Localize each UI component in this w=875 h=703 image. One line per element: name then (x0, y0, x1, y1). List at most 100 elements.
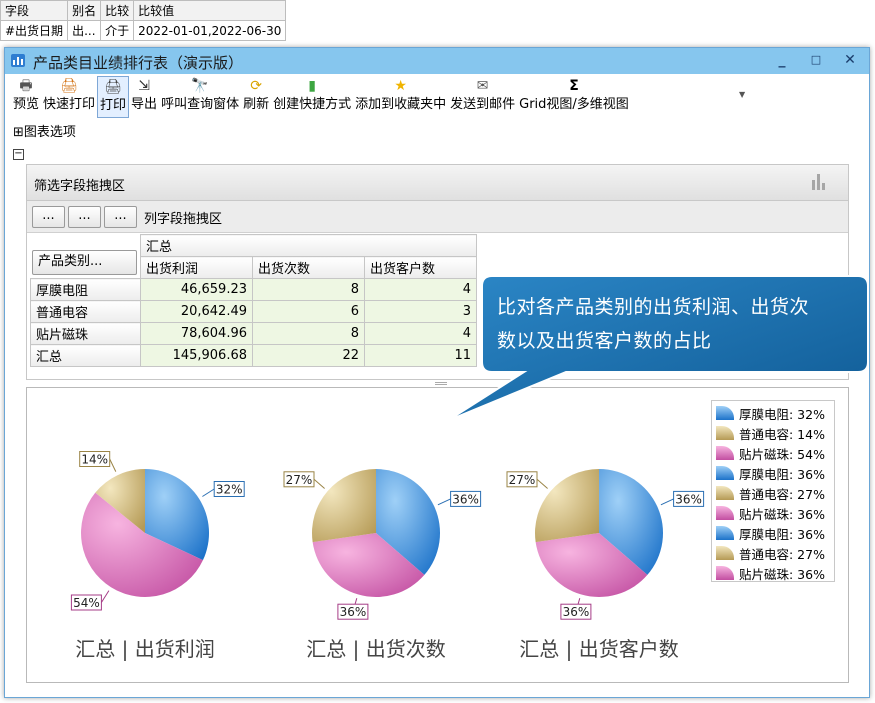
pie-slice-普通电容[interactable] (534, 469, 599, 543)
legend-item: 贴片磁珠: 54% (716, 443, 830, 463)
splitter-handle[interactable] (435, 382, 447, 385)
condition-row[interactable]: #出货日期 出... 介于 2022-01-01,2022-06-30 (0, 20, 287, 41)
chart-options-toggle[interactable]: ⊞图表选项 (13, 121, 76, 140)
cell-shipments[interactable]: 8 (252, 322, 365, 345)
pie-label-leader (202, 488, 215, 497)
cell-profit[interactable]: 20,642.49 (140, 300, 253, 323)
column-drop-area[interactable]: ... ... ... 列字段拖拽区 (27, 201, 848, 233)
call-query-form-button[interactable]: 🔭 呼叫查询窗体 (159, 76, 241, 118)
table-row[interactable]: 贴片磁珠 78,604.96 8 4 (30, 322, 477, 345)
pie-data-label: 36% (340, 605, 367, 619)
group-header: 汇总 (140, 234, 477, 257)
print-button[interactable]: 🖨 打印 (97, 76, 130, 118)
condition-compare[interactable]: 介于 (100, 20, 135, 41)
export-button[interactable]: ⇲ 导出 (129, 76, 159, 118)
star-icon: ★ (394, 78, 407, 94)
column-header-customers[interactable]: 出货客户数 (364, 256, 477, 279)
add-to-favorites-button[interactable]: ★ 添加到收藏夹中 (353, 76, 448, 118)
row-header[interactable]: 厚膜电阻 (30, 278, 141, 301)
legend-item: 贴片磁珠: 36% (716, 503, 830, 523)
row-header-total[interactable]: 汇总 (30, 344, 141, 367)
filter-drop-area[interactable]: 筛选字段拖拽区 (27, 165, 848, 201)
column-header-shipments[interactable]: 出货次数 (252, 256, 365, 279)
print-label: 打印 (100, 98, 127, 113)
legend-label: 普通电容: 27% (739, 486, 825, 502)
chart-app-icon (11, 54, 25, 67)
refresh-button[interactable]: ⟳ 刷新 (241, 76, 271, 118)
quick-print-button[interactable]: 🖨 快速打印 (41, 76, 97, 118)
callout-line-1: 比对各产品类别的出货利润、出货次 (497, 296, 810, 318)
row-field-button[interactable]: 产品类别... (32, 250, 137, 275)
quick-print-icon: 🖨 (60, 78, 78, 94)
legend-swatch (716, 506, 734, 520)
collapse-icon[interactable]: − (13, 149, 24, 160)
cell-shipments[interactable]: 8 (252, 278, 365, 301)
pie-chart-title: 汇总 | 出货客户数 (519, 637, 678, 661)
maximize-button[interactable]: □ (806, 51, 826, 69)
create-shortcut-button[interactable]: ▮ 创建快捷方式 (271, 76, 353, 118)
table-row-total[interactable]: 汇总 145,906.68 22 11 (30, 344, 477, 367)
table-row[interactable]: 厚膜电阻 46,659.23 8 4 (30, 278, 477, 301)
cell-profit-total[interactable]: 145,906.68 (140, 344, 253, 367)
field-button-1[interactable]: ... (32, 206, 65, 228)
title-bar[interactable]: 产品类目业绩排行表（演示版） _ □ ✕ (5, 48, 869, 74)
printer-icon: 🖨 (104, 79, 122, 95)
legend-item: 厚膜电阻: 36% (716, 523, 830, 543)
legend-swatch (716, 446, 734, 460)
legend-item: 贴片磁珠: 36% (716, 563, 830, 583)
callout-text: 比对各产品类别的出货利润、出货次 数以及出货客户数的占比 (497, 290, 852, 358)
grid-multidim-view-button[interactable]: Σ Grid视图/多维视图 (517, 76, 631, 118)
legend-label: 贴片磁珠: 36% (739, 506, 825, 522)
row-header[interactable]: 普通电容 (30, 300, 141, 323)
field-button-2[interactable]: ... (68, 206, 101, 228)
field-button-3[interactable]: ... (104, 206, 137, 228)
pie-data-label: 36% (563, 605, 590, 619)
legend-item: 普通电容: 14% (716, 423, 830, 443)
legend-label: 贴片磁珠: 54% (739, 446, 825, 462)
cell-customers[interactable]: 3 (364, 300, 477, 323)
chart-legend: 厚膜电阻: 32% 普通电容: 14% 贴片磁珠: 54% 厚膜电阻: 36% … (711, 400, 835, 582)
legend-item: 普通电容: 27% (716, 543, 830, 563)
call-query-form-label: 呼叫查询窗体 (161, 97, 240, 112)
cell-profit[interactable]: 46,659.23 (140, 278, 253, 301)
column-header-profit[interactable]: 出货利润 (140, 256, 253, 279)
table-row[interactable]: 普通电容 20,642.49 6 3 (30, 300, 477, 323)
row-header[interactable]: 贴片磁珠 (30, 322, 141, 345)
binoculars-icon: 🔭 (191, 78, 209, 94)
close-button[interactable]: ✕ (840, 51, 860, 69)
send-email-label: 发送到邮件 (450, 97, 516, 112)
legend-swatch (716, 406, 734, 420)
cell-customers[interactable]: 4 (364, 322, 477, 345)
cell-customers[interactable]: 4 (364, 278, 477, 301)
toolbar: 🖶 预览 🖨 快速打印 🖨 打印 ⇲ 导出 🔭 呼叫查询窗体 ⟳ 刷新 ▮ 创建… (11, 76, 631, 120)
condition-value[interactable]: 2022-01-01,2022-06-30 (133, 20, 287, 41)
legend-label: 普通电容: 27% (739, 546, 825, 562)
column-area-label: 列字段拖拽区 (144, 212, 223, 227)
legend-swatch (716, 426, 734, 440)
pie-label-leader (660, 498, 674, 506)
chart-toggle-icon[interactable] (812, 174, 826, 190)
callout-line-2: 数以及出货客户数的占比 (497, 330, 712, 352)
minimize-button[interactable]: _ (772, 51, 792, 69)
export-icon: ⇲ (138, 78, 150, 94)
preview-button[interactable]: 🖶 预览 (11, 76, 41, 118)
pie-data-label: 32% (216, 483, 243, 497)
legend-swatch (716, 486, 734, 500)
send-email-button[interactable]: ✉ 发送到邮件 (448, 76, 517, 118)
mail-icon: ✉ (476, 78, 489, 94)
condition-field[interactable]: #出货日期 (0, 20, 69, 41)
pie-label-leader (100, 590, 110, 603)
condition-header-field: 字段 (0, 0, 69, 21)
pie-slice-普通电容[interactable] (311, 469, 376, 543)
cell-customers-total[interactable]: 11 (364, 344, 477, 367)
legend-item: 厚膜电阻: 36% (716, 463, 830, 483)
condition-alias[interactable]: 出... (67, 20, 102, 41)
cell-profit[interactable]: 78,604.96 (140, 322, 253, 345)
cell-shipments[interactable]: 6 (252, 300, 365, 323)
legend-label: 厚膜电阻: 32% (739, 406, 825, 422)
create-shortcut-label: 创建快捷方式 (273, 97, 352, 112)
legend-swatch (716, 566, 734, 580)
legend-swatch (716, 526, 734, 540)
toolbar-overflow-icon[interactable]: ▼ (739, 90, 745, 99)
cell-shipments-total[interactable]: 22 (252, 344, 365, 367)
